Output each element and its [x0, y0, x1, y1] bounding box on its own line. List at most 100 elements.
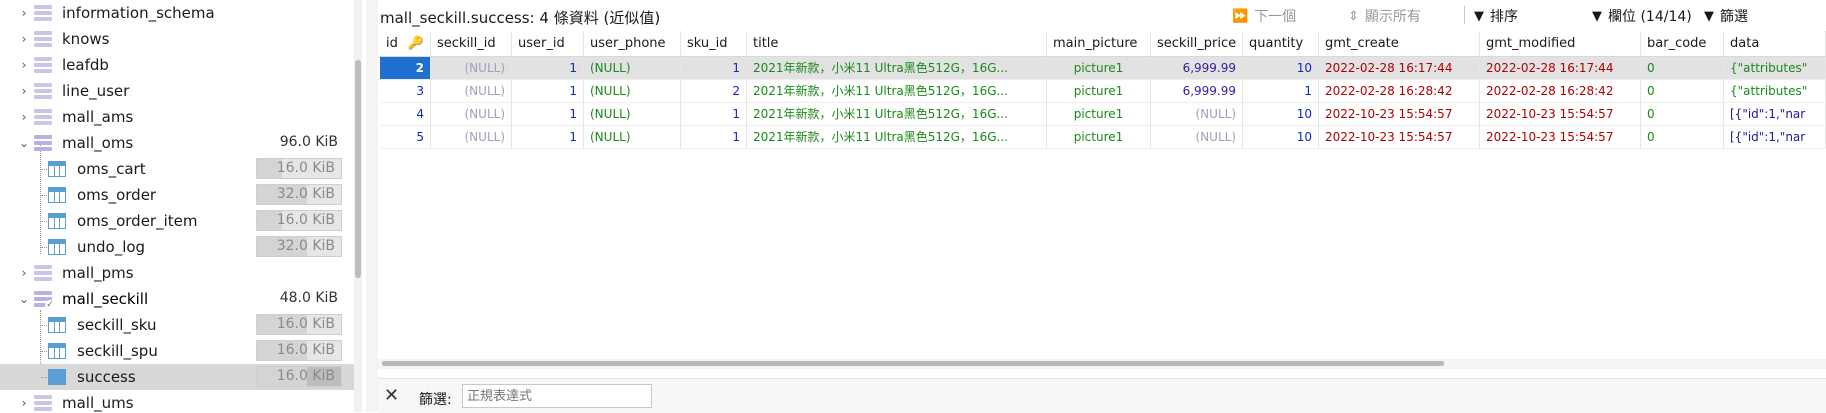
- cell-main-picture[interactable]: picture1: [1047, 126, 1151, 148]
- cell-title[interactable]: 2021年新款，小米11 Ultra黑色512G，16G...: [747, 103, 1047, 125]
- tree-node-oms-order-item[interactable]: oms_order_item 16.0 KiB: [0, 208, 354, 234]
- cell-bar-code[interactable]: 0: [1641, 103, 1724, 125]
- expand-chevron-icon[interactable]: ›: [18, 260, 30, 286]
- cell-seckill-id[interactable]: (NULL): [431, 126, 512, 148]
- scrollbar-thumb[interactable]: [355, 60, 361, 278]
- cell-user-phone[interactable]: (NULL): [584, 57, 681, 79]
- column-header-data[interactable]: data: [1724, 31, 1826, 56]
- cell-gmt-modified[interactable]: 2022-02-28 16:28:42: [1480, 80, 1641, 102]
- table-row[interactable]: 2 (NULL) 1 (NULL) 1 2021年新款，小米11 Ultra黑色…: [380, 57, 1826, 80]
- cell-sku-id[interactable]: 1: [681, 57, 747, 79]
- tree-vertical-scrollbar[interactable]: [354, 0, 362, 412]
- cell-user-phone[interactable]: (NULL): [584, 103, 681, 125]
- next-button[interactable]: ⏩ 下一個: [1232, 5, 1296, 27]
- tree-node-leafdb[interactable]: › leafdb: [0, 52, 354, 78]
- column-header-user-id[interactable]: user_id: [512, 31, 584, 56]
- cell-data[interactable]: {"attributes": [1724, 80, 1826, 102]
- cell-sku-id[interactable]: 2: [681, 80, 747, 102]
- collapse-chevron-icon[interactable]: ⌄: [18, 130, 30, 156]
- tree-node-mall-ams[interactable]: › mall_ams: [0, 104, 354, 130]
- cell-title[interactable]: 2021年新款，小米11 Ultra黑色512G，16G...: [747, 57, 1047, 79]
- cell-user-id[interactable]: 1: [512, 103, 584, 125]
- column-header-user-phone[interactable]: user_phone: [584, 31, 681, 56]
- cell-sku-id[interactable]: 1: [681, 103, 747, 125]
- cell-user-id[interactable]: 1: [512, 80, 584, 102]
- cell-gmt-modified[interactable]: 2022-02-28 16:17:44: [1480, 57, 1641, 79]
- cell-quantity[interactable]: 10: [1243, 103, 1319, 125]
- grid-horizontal-scrollbar[interactable]: [378, 359, 1826, 369]
- tree-node-line-user[interactable]: › line_user: [0, 78, 354, 104]
- cell-id[interactable]: 2: [380, 57, 431, 79]
- collapse-chevron-icon[interactable]: ⌄: [18, 286, 30, 312]
- cell-seckill-price[interactable]: (NULL): [1151, 103, 1243, 125]
- column-header-quantity[interactable]: quantity: [1243, 31, 1319, 56]
- cell-gmt-create[interactable]: 2022-02-28 16:17:44: [1319, 57, 1480, 79]
- cell-bar-code[interactable]: 0: [1641, 57, 1724, 79]
- cell-seckill-price[interactable]: 6,999.99: [1151, 57, 1243, 79]
- column-header-title[interactable]: title: [747, 31, 1047, 56]
- cell-title[interactable]: 2021年新款，小米11 Ultra黑色512G，16G...: [747, 80, 1047, 102]
- tree-node-mall-pms[interactable]: › mall_pms: [0, 260, 354, 286]
- filter-input[interactable]: [462, 384, 652, 408]
- cell-id[interactable]: 3: [380, 80, 431, 102]
- cell-seckill-price[interactable]: (NULL): [1151, 126, 1243, 148]
- pane-splitter[interactable]: [366, 0, 378, 412]
- cell-gmt-create[interactable]: 2022-10-23 15:54:57: [1319, 103, 1480, 125]
- cell-seckill-id[interactable]: (NULL): [431, 57, 512, 79]
- tree-node-seckill-spu[interactable]: seckill_spu 16.0 KiB: [0, 338, 354, 364]
- tree-node-undo-log[interactable]: undo_log 32.0 KiB: [0, 234, 354, 260]
- cell-gmt-create[interactable]: 2022-02-28 16:28:42: [1319, 80, 1480, 102]
- tree-node-mall-oms[interactable]: ⌄ mall_oms 96.0 KiB: [0, 130, 354, 156]
- cell-id[interactable]: 4: [380, 103, 431, 125]
- cell-bar-code[interactable]: 0: [1641, 80, 1724, 102]
- cell-gmt-create[interactable]: 2022-10-23 15:54:57: [1319, 126, 1480, 148]
- cell-seckill-price[interactable]: 6,999.99: [1151, 80, 1243, 102]
- cell-main-picture[interactable]: picture1: [1047, 57, 1151, 79]
- table-row[interactable]: 4 (NULL) 1 (NULL) 1 2021年新款，小米11 Ultra黑色…: [380, 103, 1826, 126]
- expand-chevron-icon[interactable]: ›: [18, 0, 30, 26]
- cell-quantity[interactable]: 10: [1243, 57, 1319, 79]
- column-header-gmt-modified[interactable]: gmt_modified: [1480, 31, 1641, 56]
- cell-data[interactable]: {"attributes": [1724, 57, 1826, 79]
- expand-chevron-icon[interactable]: ›: [18, 26, 30, 52]
- column-header-sku-id[interactable]: sku_id: [681, 31, 747, 56]
- cell-quantity[interactable]: 10: [1243, 126, 1319, 148]
- expand-chevron-icon[interactable]: ›: [18, 390, 30, 412]
- cell-quantity[interactable]: 1: [1243, 80, 1319, 102]
- column-header-seckill-id[interactable]: seckill_id: [431, 31, 512, 56]
- show-all-button[interactable]: ⇕ 顯示所有: [1348, 5, 1421, 27]
- cell-title[interactable]: 2021年新款，小米11 Ultra黑色512G，16G...: [747, 126, 1047, 148]
- filter-button[interactable]: ▼ 篩選: [1704, 5, 1748, 27]
- cell-sku-id[interactable]: 1: [681, 126, 747, 148]
- scrollbar-thumb[interactable]: [382, 361, 1444, 366]
- cell-main-picture[interactable]: picture1: [1047, 80, 1151, 102]
- cell-user-id[interactable]: 1: [512, 57, 584, 79]
- tree-node-information-schema[interactable]: › information_schema: [0, 0, 354, 26]
- cell-main-picture[interactable]: picture1: [1047, 103, 1151, 125]
- tree-node-seckill-sku[interactable]: seckill_sku 16.0 KiB: [0, 312, 354, 338]
- cell-gmt-modified[interactable]: 2022-10-23 15:54:57: [1480, 103, 1641, 125]
- expand-chevron-icon[interactable]: ›: [18, 52, 30, 78]
- cell-gmt-modified[interactable]: 2022-10-23 15:54:57: [1480, 126, 1641, 148]
- table-row[interactable]: 5 (NULL) 1 (NULL) 1 2021年新款，小米11 Ultra黑色…: [380, 126, 1826, 149]
- cell-seckill-id[interactable]: (NULL): [431, 80, 512, 102]
- column-header-bar-code[interactable]: bar_code: [1641, 31, 1724, 56]
- columns-button[interactable]: ▼ 欄位 (14/14): [1592, 5, 1692, 27]
- cell-data[interactable]: [{"id":1,"nar: [1724, 103, 1826, 125]
- cell-bar-code[interactable]: 0: [1641, 126, 1724, 148]
- expand-chevron-icon[interactable]: ›: [18, 78, 30, 104]
- tree-node-success[interactable]: success 16.0 KiB: [0, 364, 354, 390]
- close-icon[interactable]: ✕: [384, 385, 399, 406]
- object-tree[interactable]: › information_schema › knows › leafdb › …: [0, 0, 366, 412]
- data-grid[interactable]: id 🔑 seckill_id user_id user_phone sku_id…: [378, 31, 1826, 351]
- column-header-id[interactable]: id 🔑: [380, 31, 431, 56]
- cell-data[interactable]: [{"id":1,"nar: [1724, 126, 1826, 148]
- cell-user-phone[interactable]: (NULL): [584, 80, 681, 102]
- cell-user-phone[interactable]: (NULL): [584, 126, 681, 148]
- sort-button[interactable]: ▼ 排序: [1474, 5, 1518, 27]
- cell-id[interactable]: 5: [380, 126, 431, 148]
- expand-chevron-icon[interactable]: ›: [18, 104, 30, 130]
- column-header-gmt-create[interactable]: gmt_create: [1319, 31, 1480, 56]
- cell-user-id[interactable]: 1: [512, 126, 584, 148]
- table-row[interactable]: 3 (NULL) 1 (NULL) 2 2021年新款，小米11 Ultra黑色…: [380, 80, 1826, 103]
